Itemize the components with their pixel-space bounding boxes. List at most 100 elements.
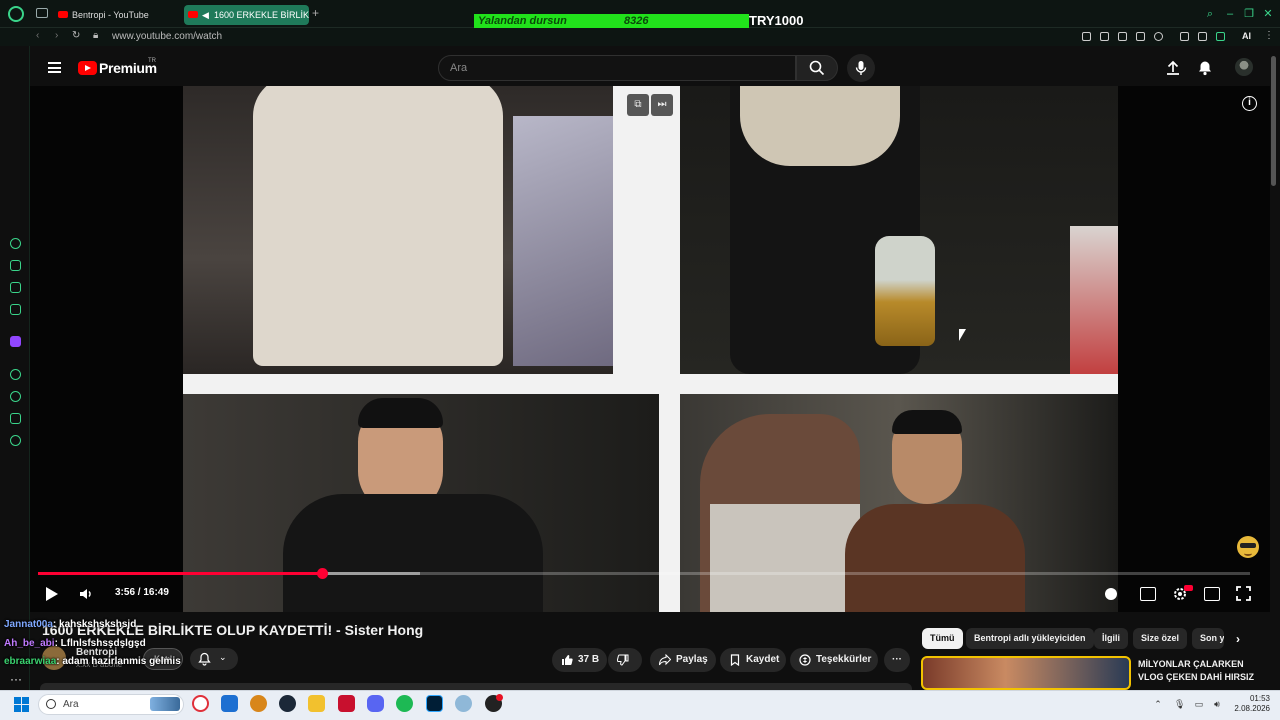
voice-search-button[interactable]	[847, 54, 875, 82]
sidebar-extensions-icon[interactable]	[10, 413, 21, 424]
taskbar-adobe-icon[interactable]	[338, 695, 355, 712]
snapshot-icon[interactable]	[1100, 32, 1109, 41]
taskbar-app-icon[interactable]	[250, 695, 267, 712]
extensions-icon[interactable]	[1180, 32, 1189, 41]
download-icon[interactable]	[1198, 32, 1207, 41]
donation-text: Yalandan dursun	[478, 15, 567, 27]
recommended-video-title-line1[interactable]: MİLYONLAR ÇALARKEN	[1138, 659, 1276, 669]
share-button[interactable]: Paylaş	[650, 648, 716, 672]
sidebar-settings-icon[interactable]	[10, 435, 21, 446]
progress-scrubber[interactable]	[316, 568, 328, 579]
donation-progress-banner: Yalandan dursun 8326	[474, 14, 749, 28]
close-icon[interactable]: ✕	[1262, 8, 1274, 20]
chip-recent[interactable]: Son y	[1192, 628, 1224, 649]
like-button[interactable]: 37 B	[552, 648, 607, 672]
reload-icon[interactable]: ↻	[72, 30, 80, 41]
progress-bar[interactable]	[38, 568, 1250, 579]
chat-message: Jannat00a: kahskshskshsjd	[4, 619, 136, 630]
chip-from-uploader[interactable]: Bentropi adlı yükleyiciden	[966, 628, 1094, 649]
upload-icon[interactable]	[1164, 59, 1182, 77]
search-input[interactable]: Ara	[438, 55, 796, 81]
recommended-video-thumbnail[interactable]	[921, 656, 1131, 690]
sidebar-history-icon[interactable]	[10, 391, 21, 402]
url-field[interactable]: www.youtube.com/watch	[112, 31, 222, 42]
menu-icon[interactable]	[48, 62, 61, 73]
taskbar-clock[interactable]: 01:53 2.08.2026	[1228, 694, 1270, 714]
taskbar-file-explorer-icon[interactable]	[308, 695, 325, 712]
chat-message: Ah_be_abi: Lflnlsfshsşdşlgşd	[4, 638, 146, 649]
tray-network-icon[interactable]: ▭	[1194, 699, 1204, 709]
sidebar-messenger-icon[interactable]	[10, 304, 21, 315]
aria-ai-button[interactable]: AI	[1242, 31, 1251, 41]
miniplayer-icon[interactable]: ⧉	[627, 94, 649, 116]
skip-icon[interactable]: ⏭	[651, 94, 673, 116]
chip-all[interactable]: Tümü	[922, 628, 963, 649]
chevron-right-icon[interactable]: ›	[1236, 632, 1240, 646]
play-button[interactable]	[46, 587, 58, 601]
sidebar-more-icon[interactable]: ···	[10, 672, 22, 686]
taskbar-discord-icon[interactable]	[367, 695, 384, 712]
account-avatar[interactable]	[1235, 58, 1253, 76]
clock-time: 01:53	[1249, 694, 1270, 703]
opera-logo-icon[interactable]	[8, 6, 24, 22]
forward-icon[interactable]: ›	[55, 30, 58, 41]
video-frame-bottom-left	[183, 394, 659, 612]
taskbar-steam-icon[interactable]	[279, 695, 296, 712]
notifications-bell-icon[interactable]	[1196, 59, 1214, 77]
tab-active-video[interactable]: ◀ 1600 ERKEKLE BİRLİKTE	[184, 5, 309, 25]
shield-icon[interactable]	[1118, 32, 1127, 41]
sidebar-ai-icon[interactable]	[10, 238, 21, 249]
search-button[interactable]	[796, 55, 838, 81]
pin-icon[interactable]	[1082, 32, 1091, 41]
maximize-icon[interactable]: ❐	[1243, 8, 1255, 20]
heart-icon[interactable]	[1154, 32, 1163, 41]
taskbar-opera-gx-icon[interactable]	[192, 695, 209, 712]
frame-divider-lower	[659, 394, 680, 612]
windows-start-icon[interactable]	[14, 697, 30, 713]
save-button[interactable]: Kaydet	[720, 648, 786, 672]
subscription-bell-button[interactable]: ⌄	[190, 648, 238, 670]
video-player[interactable]	[30, 86, 1270, 612]
volume-icon[interactable]	[79, 587, 93, 601]
sidebar-notes-icon[interactable]	[10, 282, 21, 293]
info-icon[interactable]: i	[1242, 96, 1257, 111]
more-actions-button[interactable]: ···	[884, 648, 910, 672]
tab-label: 1600 ERKEKLE BİRLİKTE	[214, 10, 309, 20]
youtube-logo-icon[interactable]	[78, 61, 97, 75]
video-frame-top-right	[680, 86, 1118, 374]
taskbar-spotify-icon[interactable]	[396, 695, 413, 712]
sidebar-twitch-icon[interactable]	[10, 336, 21, 347]
menu-dots-icon[interactable]: ⋮	[1264, 30, 1274, 41]
tray-volume-icon[interactable]: 🔊︎	[1212, 699, 1222, 709]
taskbar-photoshop-icon[interactable]	[426, 695, 443, 712]
workspace-icon[interactable]	[36, 8, 48, 18]
minimize-icon[interactable]: –	[1224, 8, 1236, 20]
sidebar-player-icon[interactable]	[10, 369, 21, 380]
dislike-button[interactable]	[608, 648, 642, 672]
back-icon[interactable]: ‹	[36, 30, 39, 41]
fullscreen-icon[interactable]	[1236, 586, 1251, 601]
autoplay-toggle[interactable]	[1105, 588, 1117, 600]
chip-related[interactable]: İlgili	[1094, 628, 1128, 649]
subtitles-icon[interactable]	[1140, 587, 1156, 601]
page-scrollbar[interactable]	[1271, 56, 1276, 186]
share-icon	[659, 654, 671, 666]
new-tab-button[interactable]: +	[312, 6, 319, 20]
tray-mic-icon[interactable]: 🎙︎	[1174, 699, 1185, 709]
play-icon[interactable]	[1136, 32, 1145, 41]
search-tabs-icon[interactable]: ⌕	[1204, 8, 1216, 20]
chip-for-you[interactable]: Size özel	[1133, 628, 1188, 649]
recommended-video-title-line2[interactable]: VLOG ÇEKEN DAHİ HIRSIZ	[1138, 672, 1276, 682]
tab-bentropi-youtube[interactable]: Bentropi - YouTube	[54, 5, 184, 25]
bell-icon	[198, 652, 211, 666]
theater-mode-icon[interactable]	[1204, 587, 1220, 601]
thanks-label: Teşekkürler	[816, 654, 872, 665]
search-icon	[809, 60, 825, 76]
sidebar-bot-icon[interactable]	[10, 260, 21, 271]
taskbar-settings-icon[interactable]	[455, 695, 472, 712]
tab-label: Bentropi - YouTube	[72, 10, 149, 20]
thanks-button[interactable]: Teşekkürler	[790, 648, 878, 672]
tray-chevron-icon[interactable]: ⌃	[1153, 699, 1163, 709]
sync-icon[interactable]	[1216, 32, 1225, 41]
taskbar-store-icon[interactable]	[221, 695, 238, 712]
